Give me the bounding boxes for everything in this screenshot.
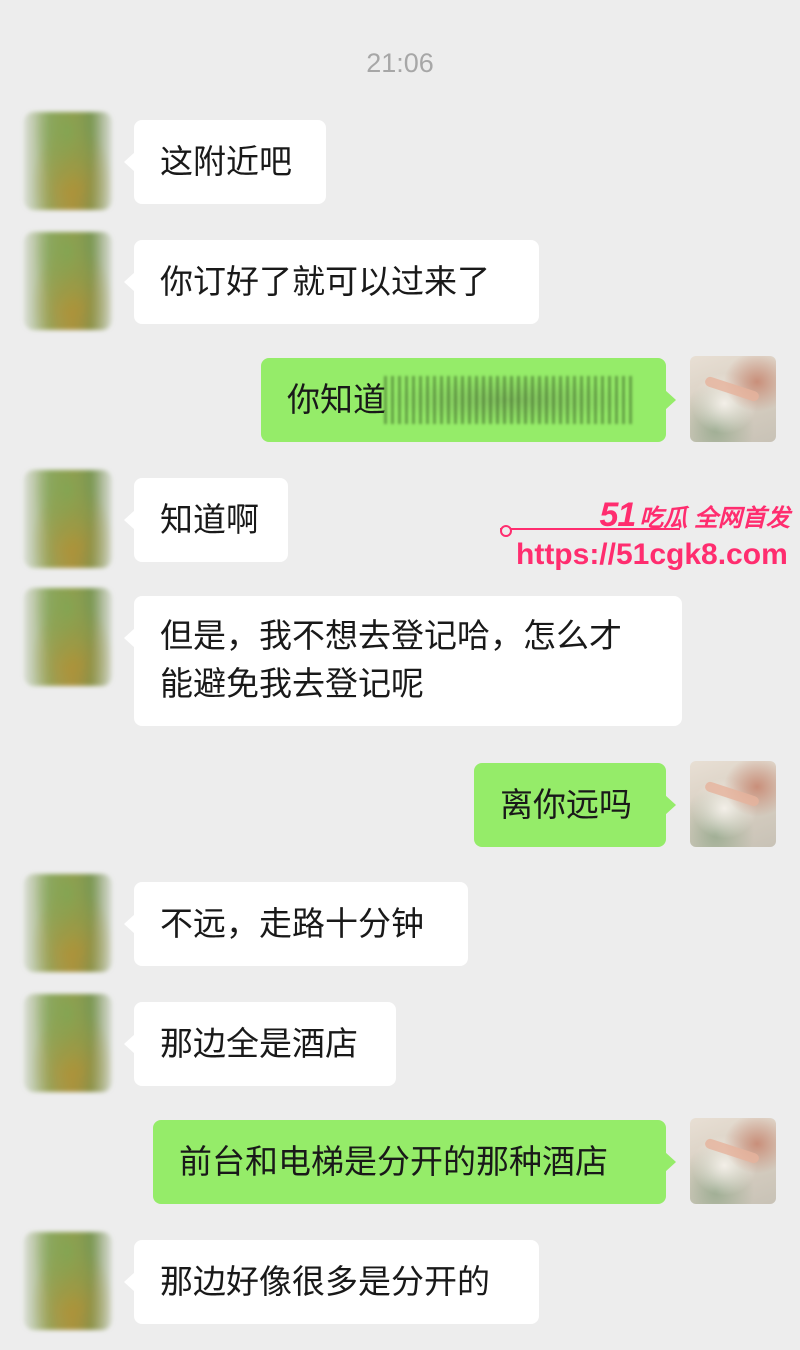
censored-blur (384, 376, 634, 424)
watermark-url: https://51cgk8.com (516, 538, 788, 571)
contact-avatar[interactable] (24, 588, 112, 686)
contact-avatar[interactable] (24, 232, 112, 330)
contact-avatar[interactable] (24, 874, 112, 972)
watermark: 51 吃瓜 全网首发 https://51cgk8.com (500, 496, 796, 582)
message-text: 那边好像很多是分开的 (160, 1262, 490, 1301)
self-avatar[interactable] (690, 356, 776, 442)
message-text: 你知道 (287, 380, 386, 419)
contact-avatar[interactable] (24, 1232, 112, 1330)
chat-timestamp: 21:06 (366, 48, 434, 78)
contact-avatar[interactable] (24, 112, 112, 210)
message-text: 那边全是酒店 (160, 1024, 358, 1063)
message-bubble[interactable]: 那边好像很多是分开的 (124, 1240, 539, 1324)
message-text: 这附近吧 (160, 142, 292, 181)
message-bubble-self[interactable]: 你知道 (261, 358, 676, 442)
message-bubble-self[interactable]: 前台和电梯是分开的那种酒店 (153, 1120, 676, 1204)
self-avatar[interactable] (690, 1118, 776, 1204)
contact-avatar[interactable] (24, 470, 112, 568)
message-bubble[interactable]: 不远，走路十分钟 (124, 882, 468, 966)
message-text: 前台和电梯是分开的那种酒店 (179, 1142, 608, 1181)
message-text: 知道啊 (160, 500, 259, 539)
message-bubble[interactable]: 你订好了就可以过来了 (124, 240, 539, 324)
message-bubble[interactable]: 这附近吧 (124, 120, 326, 204)
message-text: 你订好了就可以过来了 (160, 262, 490, 301)
watermark-decoration (500, 525, 680, 537)
message-text: 离你远吗 (500, 785, 632, 824)
message-bubble[interactable]: 那边全是酒店 (124, 1002, 396, 1086)
message-text-line: 但是，我不想去登记哈，怎么才 (160, 616, 622, 655)
message-text: 不远，走路十分钟 (160, 904, 424, 943)
message-bubble[interactable]: 知道啊 (124, 478, 288, 562)
message-bubble-self[interactable]: 离你远吗 (474, 763, 676, 847)
self-avatar[interactable] (690, 761, 776, 847)
message-bubble[interactable]: 但是，我不想去登记哈，怎么才 能避免我去登记呢 (124, 596, 682, 726)
message-text-line: 能避免我去登记呢 (160, 664, 424, 703)
contact-avatar[interactable] (24, 994, 112, 1092)
